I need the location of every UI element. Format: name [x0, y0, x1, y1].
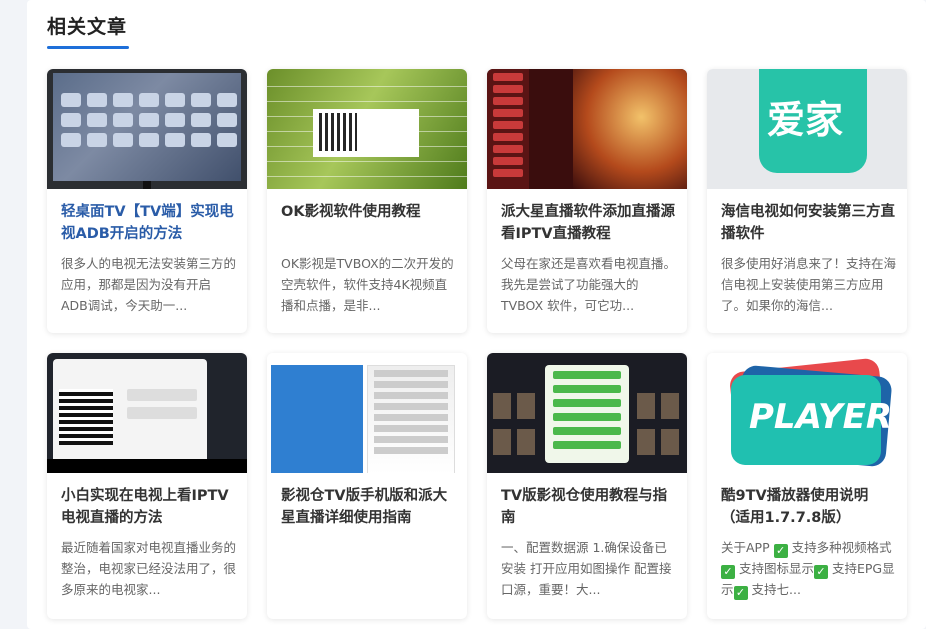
- aijia-logo-icon: 爱家: [759, 69, 867, 173]
- check-icon: ✓: [773, 544, 788, 558]
- check-icon: ✓: [733, 586, 748, 600]
- player-logo-icon: PLAYER: [731, 375, 892, 465]
- article-thumbnail[interactable]: [47, 353, 247, 473]
- article-title[interactable]: 轻桌面TV【TV端】实现电视ADB开启的方法: [61, 201, 235, 245]
- article-title[interactable]: 海信电视如何安装第三方直播软件: [721, 201, 895, 245]
- article-excerpt: 关于APP ✓ 支持多种视频格式✓ 支持图标显示 ✓ 支持EPG显示 ✓ 支持七..…: [721, 540, 895, 600]
- check-icon: ✓: [721, 565, 735, 579]
- article-title[interactable]: 小白实现在电视上看IPTV电视直播的方法: [61, 485, 235, 529]
- article-excerpt: 父母在家还是喜欢看电视直播。我先是尝试了功能强大的TVBOX 软件，可它功...: [501, 256, 677, 313]
- article-card-4[interactable]: 爱家 海信电视如何安装第三方直播软件 很多使用好消息来了！支持在海信电视上安装使…: [707, 69, 907, 333]
- article-card-7[interactable]: TV版影视仓使用教程与指南 一、配置数据源 1.确保设备已安装 打开应用如图操作…: [487, 353, 687, 619]
- article-card-6[interactable]: 影视仓TV版手机版和派大星直播详细使用指南: [267, 353, 467, 619]
- check-icon: ✓: [814, 565, 828, 579]
- article-excerpt: 很多使用好消息来了！支持在海信电视上安装使用第三方应用了。如果你的海信...: [721, 256, 897, 313]
- article-card-2[interactable]: OK影视软件使用教程 OK影视是TVBOX的二次开发的空壳软件，软件支持4K视频…: [267, 69, 467, 333]
- article-card-5[interactable]: 小白实现在电视上看IPTV电视直播的方法 最近随着国家对电视直播业务的整治，电视…: [47, 353, 247, 619]
- article-title[interactable]: TV版影视仓使用教程与指南: [501, 485, 675, 529]
- article-excerpt: 一、配置数据源 1.确保设备已安装 打开应用如图操作 配置接口源，重要！大...: [501, 540, 672, 597]
- article-thumbnail[interactable]: [47, 69, 247, 189]
- article-card-8[interactable]: PLAYER 酷9TV播放器使用说明（适用1.7.7.8版） 关于APP ✓ 支…: [707, 353, 907, 619]
- article-thumbnail[interactable]: [487, 353, 687, 473]
- article-title[interactable]: 酷9TV播放器使用说明（适用1.7.7.8版）: [721, 485, 895, 529]
- article-excerpt: OK影视是TVBOX的二次开发的空壳软件，软件支持4K视频直播和点播，是非...: [281, 256, 454, 313]
- section-title: 相关文章: [47, 16, 128, 38]
- article-thumbnail[interactable]: 爱家: [707, 69, 907, 189]
- article-title[interactable]: 派大星直播软件添加直播源看IPTV直播教程: [501, 201, 675, 245]
- article-thumbnail[interactable]: PLAYER: [707, 353, 907, 473]
- article-card-1[interactable]: 轻桌面TV【TV端】实现电视ADB开启的方法 很多人的电视无法安装第三方的应用，…: [47, 69, 247, 333]
- article-title[interactable]: OK影视软件使用教程: [281, 201, 455, 223]
- article-card-3[interactable]: 派大星直播软件添加直播源看IPTV直播教程 父母在家还是喜欢看电视直播。我先是尝…: [487, 69, 687, 333]
- article-excerpt: 最近随着国家对电视直播业务的整治，电视家已经没法用了，很多原来的电视家...: [61, 540, 237, 597]
- article-title[interactable]: 影视仓TV版手机版和派大星直播详细使用指南: [281, 485, 455, 529]
- article-thumbnail[interactable]: [267, 69, 467, 189]
- article-thumbnail[interactable]: [267, 353, 467, 473]
- article-excerpt: 很多人的电视无法安装第三方的应用，那都是因为没有开启ADB调试，今天助一...: [61, 256, 237, 313]
- section-title-underline: [47, 46, 129, 49]
- article-thumbnail[interactable]: [487, 69, 687, 189]
